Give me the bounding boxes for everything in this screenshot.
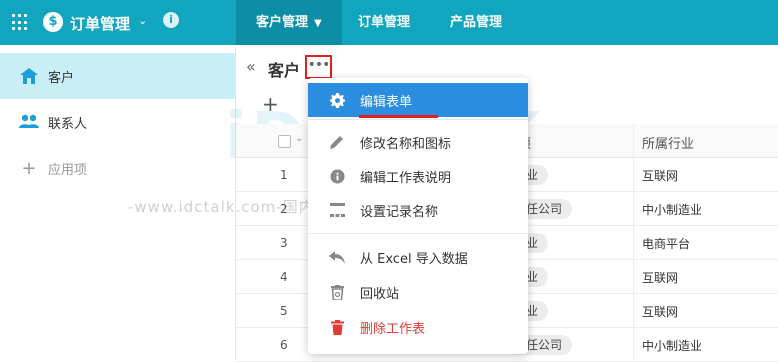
row-number: 5 [280,304,288,318]
page-title: 客户 [268,61,301,80]
menu-item-label: 编辑表单 [360,94,413,110]
collapse-icon[interactable]: « [246,57,256,76]
menu-item-label: 从 Excel 导入数据 [360,251,468,267]
menu-item-label: 删除工作表 [360,321,426,337]
menu-item-edit-form[interactable]: 编辑表单 [308,83,528,118]
chevron-down-icon[interactable]: ⌄ [295,133,303,144]
tab-order-management[interactable]: 订单管理 [338,0,430,45]
trash-icon [328,319,346,335]
menu-item-label: 编辑工作表说明 [360,170,452,186]
sidebar-item-label: 客户 [48,70,75,86]
menu-item-rename[interactable]: 修改名称和图标 [308,125,528,159]
tab-label: 客户管理 [256,15,309,30]
dollar-icon: $ [43,12,63,32]
row-number: 6 [280,338,288,352]
caret-down-icon: ▼ [314,18,322,29]
home-icon [18,68,40,84]
industry-cell: 互联网 [642,169,679,183]
menu-divider [308,119,528,120]
row-number: 2 [280,202,288,216]
import-icon [328,250,346,264]
menu-item-record-name[interactable]: 设置记录名称 [308,193,528,227]
sidebar-item-label: 联系人 [48,116,88,132]
chevron-down-icon[interactable]: ⌄ [138,14,147,27]
sidebar-item-customer[interactable]: 客户 [0,53,236,99]
row-number: 4 [280,270,288,284]
tab-label: 订单管理 [358,15,411,30]
industry-cell: 中小制造业 [642,203,703,217]
top-bar: $ 订单管理 ⌄ i 客户管理 ▼ 订单管理 产品管理 [0,0,778,45]
sidebar-item-label: 应用项 [48,162,88,178]
industry-cell: 互联网 [642,305,679,319]
tab-customer-management[interactable]: 客户管理 ▼ [236,0,342,45]
highlight-underline [359,115,438,118]
sidebar-item-contacts[interactable]: 联系人 [0,99,236,145]
pencil-icon [328,135,346,149]
menu-item-delete-sheet[interactable]: 删除工作表 [308,310,528,344]
row-number: 1 [280,168,288,182]
recycle-bin-icon [328,284,346,300]
industry-cell: 互联网 [642,271,679,285]
info-icon [328,168,346,184]
add-record-icon[interactable]: + [262,92,279,116]
select-all-checkbox[interactable] [278,135,291,148]
menu-item-label: 回收站 [360,286,400,302]
app-grid-icon[interactable] [12,14,29,31]
menu-item-recycle-bin[interactable]: 回收站 [308,275,528,309]
menu-item-import-excel[interactable]: 从 Excel 导入数据 [308,240,528,274]
menu-item-label: 修改名称和图标 [360,136,452,152]
tab-label: 产品管理 [450,15,503,30]
row-number: 3 [280,236,288,250]
sidebar-item-add-app[interactable]: + 应用项 [0,145,236,191]
column-header-industry[interactable]: 所属行业 [642,133,694,152]
record-name-icon [328,203,346,217]
plus-icon: + [21,157,37,179]
industry-cell: 电商平台 [642,237,691,251]
industry-cell: 中小制造业 [642,339,703,353]
more-options-menu: 编辑表单 修改名称和图标 编辑工作表说明 设置记录名称 从 Excel 导入数据… [308,78,528,354]
tab-product-management[interactable]: 产品管理 [430,0,522,45]
people-icon [18,114,40,130]
gear-icon [328,92,346,108]
menu-divider [308,233,528,234]
menu-item-edit-description[interactable]: 编辑工作表说明 [308,159,528,193]
more-options-button[interactable]: ••• [305,55,332,79]
info-icon[interactable]: i [163,12,179,28]
app-title[interactable]: 订单管理 [70,13,130,34]
menu-item-label: 设置记录名称 [360,204,439,220]
